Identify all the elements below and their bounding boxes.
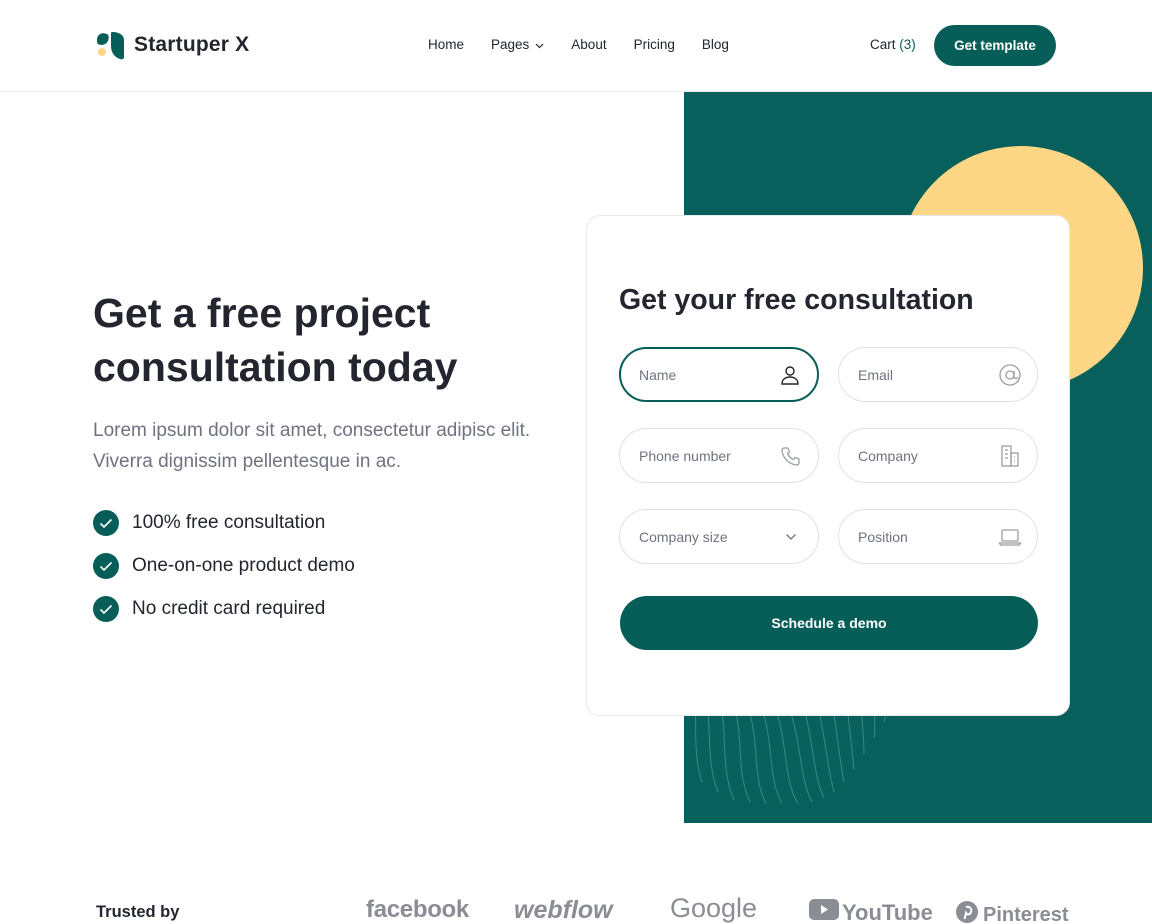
youtube-wordmark: YouTube bbox=[842, 899, 933, 924]
nav-blog[interactable]: Blog bbox=[702, 37, 729, 52]
brand-name: Startuper X bbox=[134, 33, 250, 56]
checkmark-icon bbox=[93, 553, 119, 579]
pinterest-wordmark: Pinterest bbox=[983, 903, 1069, 924]
position-placeholder: Position bbox=[858, 528, 908, 545]
email-field[interactable]: Email bbox=[838, 347, 1038, 402]
main-nav: Home Pages About Pricing Blog bbox=[428, 37, 729, 52]
nav-blog-label: Blog bbox=[701, 37, 729, 52]
at-sign-icon bbox=[998, 363, 1022, 387]
get-template-button[interactable]: Get template bbox=[934, 25, 1056, 66]
form-title: Get your free consultation bbox=[619, 284, 974, 316]
feature-label: No credit card required bbox=[132, 598, 326, 619]
user-icon bbox=[778, 363, 802, 387]
cart-link[interactable]: Cart (3) bbox=[870, 37, 916, 52]
list-item: 100% free consultation bbox=[93, 510, 355, 536]
feature-label: 100% free consultation bbox=[132, 512, 326, 533]
company-field[interactable]: Company bbox=[838, 428, 1038, 483]
feature-list: 100% free consultation One-on-one produc… bbox=[93, 510, 355, 639]
cart-label: Cart bbox=[870, 37, 896, 52]
nav-about[interactable]: About bbox=[571, 37, 606, 52]
consultation-form-card: Get your free consultation Name Email Ph… bbox=[586, 215, 1070, 716]
webflow-logo: webflow bbox=[514, 896, 613, 924]
nav-pages[interactable]: Pages bbox=[491, 37, 544, 52]
phone-icon bbox=[779, 444, 803, 468]
email-placeholder: Email bbox=[858, 366, 894, 383]
list-item: No credit card required bbox=[93, 596, 355, 622]
company-size-select[interactable]: Company size bbox=[619, 509, 819, 564]
checkmark-icon bbox=[93, 510, 119, 536]
phone-field[interactable]: Phone number bbox=[619, 428, 819, 483]
facebook-logo: facebook bbox=[366, 896, 469, 923]
youtube-logo: YouTube bbox=[809, 899, 933, 924]
schedule-demo-button[interactable]: Schedule a demo bbox=[620, 596, 1038, 650]
nav-pricing-label: Pricing bbox=[633, 37, 675, 52]
feature-label: One-on-one product demo bbox=[132, 555, 355, 576]
position-field[interactable]: Position bbox=[838, 509, 1038, 564]
nav-pages-label: Pages bbox=[491, 37, 530, 52]
cart-count: (3) bbox=[899, 37, 916, 52]
hero-description: Lorem ipsum dolor sit amet, consectetur … bbox=[93, 420, 531, 472]
nav-pricing[interactable]: Pricing bbox=[634, 37, 675, 52]
leaf-logo-icon bbox=[95, 30, 125, 60]
hero-title: Get a free project consultation today bbox=[93, 290, 458, 390]
company-size-placeholder: Company size bbox=[639, 528, 728, 545]
nav-home[interactable]: Home bbox=[428, 37, 464, 52]
checkmark-icon bbox=[93, 596, 119, 622]
name-placeholder: Name bbox=[639, 366, 677, 383]
nav-home-label: Home bbox=[428, 37, 465, 52]
brand-logo[interactable]: Startuper X bbox=[95, 30, 249, 60]
company-placeholder: Company bbox=[858, 447, 918, 464]
nav-about-label: About bbox=[571, 37, 607, 52]
name-field[interactable]: Name bbox=[619, 347, 819, 402]
youtube-play-icon bbox=[809, 899, 839, 924]
pinterest-logo: Pinterest bbox=[955, 900, 1069, 924]
laptop-icon bbox=[998, 525, 1022, 549]
chevron-down-icon bbox=[779, 525, 803, 549]
chevron-down-icon bbox=[535, 37, 544, 52]
google-logo: Google bbox=[670, 893, 758, 923]
list-item: One-on-one product demo bbox=[93, 553, 355, 579]
site-header: Startuper X Home Pages About Pricing Blo… bbox=[0, 0, 1152, 92]
trusted-by-label: Trusted by bbox=[96, 903, 180, 921]
phone-placeholder: Phone number bbox=[639, 447, 731, 464]
pinterest-icon bbox=[955, 900, 979, 924]
building-icon bbox=[998, 444, 1022, 468]
